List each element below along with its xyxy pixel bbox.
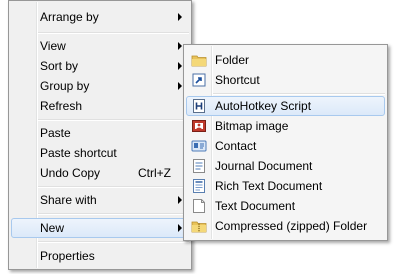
menu-separator <box>38 241 189 243</box>
menu-separator <box>38 32 189 34</box>
submenu-item-bitmap-image[interactable]: Bitmap image <box>186 116 385 136</box>
menu-item-view[interactable]: View <box>11 36 189 56</box>
menu-item-label: New <box>40 221 65 235</box>
submenu-item-label: Shortcut <box>215 73 260 87</box>
menu-separator <box>38 119 189 121</box>
submenu-arrow-icon <box>178 224 182 232</box>
submenu-item-label: Journal Document <box>215 159 313 173</box>
submenu-item-label: Compressed (zipped) Folder <box>215 219 368 233</box>
autohotkey-icon <box>191 98 207 114</box>
submenu-item-label: Folder <box>215 53 250 67</box>
submenu-item-rich-text-document[interactable]: Rich Text Document <box>186 176 385 196</box>
submenu-item-autohotkey-script[interactable]: AutoHotkey Script <box>186 96 385 116</box>
submenu-item-text-document[interactable]: Text Document <box>186 196 385 216</box>
menu-item-refresh[interactable]: Refresh <box>11 96 189 116</box>
menu-item-label: Paste <box>40 126 71 140</box>
submenu-item-journal-document[interactable]: Journal Document <box>186 156 385 176</box>
submenu-arrow-icon <box>178 62 182 70</box>
submenu-item-label: Rich Text Document <box>215 179 323 193</box>
zip-folder-icon <box>191 218 207 234</box>
menu-separator <box>213 93 385 95</box>
menu-item-properties[interactable]: Properties <box>11 246 189 266</box>
bitmap-icon <box>191 118 207 134</box>
menu-item-label: Group by <box>40 79 90 93</box>
submenu-arrow-icon <box>178 13 182 21</box>
contact-icon <box>191 138 207 154</box>
submenu-item-label: AutoHotkey Script <box>215 99 312 113</box>
menu-item-label: Share with <box>40 193 97 207</box>
rich-text-icon <box>191 178 207 194</box>
menu-item-label: Refresh <box>40 99 83 113</box>
submenu-item-shortcut[interactable]: Shortcut <box>186 70 385 90</box>
submenu-arrow-icon <box>178 42 182 50</box>
submenu-item-contact[interactable]: Contact <box>186 136 385 156</box>
context-menu: Arrange by View Sort by Group by Refresh… <box>8 0 192 270</box>
submenu-item-label: Bitmap image <box>215 119 289 133</box>
menu-item-share-with[interactable]: Share with <box>11 190 189 210</box>
menu-item-paste[interactable]: Paste <box>11 123 189 143</box>
folder-icon <box>191 52 207 68</box>
new-submenu: Folder Shortcut AutoHotkey Script Bitmap… <box>183 44 388 241</box>
menu-item-arrange-by[interactable]: Arrange by <box>11 7 189 27</box>
journal-icon <box>191 158 207 174</box>
shortcut-icon <box>191 72 207 88</box>
menu-item-label: View <box>40 39 66 53</box>
menu-item-label: Sort by <box>40 59 79 73</box>
text-document-icon <box>191 198 207 214</box>
submenu-item-compressed-folder[interactable]: Compressed (zipped) Folder <box>186 216 385 236</box>
menu-item-undo-copy[interactable]: Undo Copy Ctrl+Z <box>11 163 189 183</box>
submenu-item-folder[interactable]: Folder <box>186 50 385 70</box>
menu-item-label: Arrange by <box>40 10 99 24</box>
menu-separator <box>38 186 189 188</box>
submenu-item-label: Text Document <box>215 199 296 213</box>
menu-separator <box>38 213 189 215</box>
submenu-item-label: Contact <box>215 139 257 153</box>
menu-item-label: Properties <box>40 249 95 263</box>
menu-item-paste-shortcut[interactable]: Paste shortcut <box>11 143 189 163</box>
menu-item-sort-by[interactable]: Sort by <box>11 56 189 76</box>
menu-item-group-by[interactable]: Group by <box>11 76 189 96</box>
submenu-arrow-icon <box>178 82 182 90</box>
shortcut-hint: Ctrl+Z <box>138 166 171 180</box>
submenu-arrow-icon <box>178 196 182 204</box>
menu-item-label: Undo Copy <box>40 166 101 180</box>
menu-item-new[interactable]: New <box>11 218 189 238</box>
menu-item-label: Paste shortcut <box>40 146 117 160</box>
